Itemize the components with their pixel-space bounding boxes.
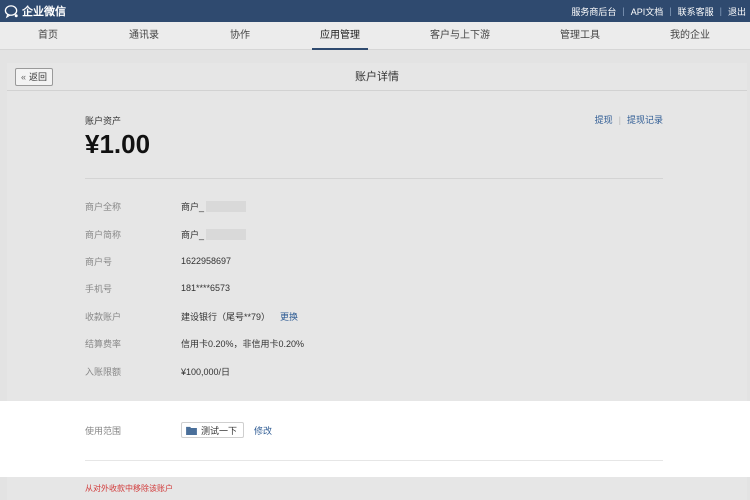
- phone-number: 181****6573: [181, 283, 231, 293]
- field-label: 使用范围: [85, 425, 122, 436]
- withdraw-link[interactable]: 提现: [595, 113, 613, 126]
- page-title: 账户详情: [355, 71, 399, 83]
- change-account-link[interactable]: 更换: [280, 310, 298, 323]
- wecom-logo-icon: [4, 4, 18, 18]
- section-divider: [85, 460, 663, 461]
- field-row-merchant-id: 商户号 1622958697: [85, 254, 231, 268]
- field-label: 商户号: [85, 256, 113, 267]
- field-label: 入账限额: [85, 366, 122, 377]
- receiving-account: 建设银行（尾号**79）: [181, 311, 271, 322]
- field-row-deposit-limit: 入账限额 ¥100,000/日: [85, 364, 230, 378]
- scope-tag-label: 测试一下: [201, 425, 238, 436]
- nav-my-company[interactable]: 我的企业: [670, 22, 710, 50]
- deposit-limit: ¥100,000/日: [181, 366, 231, 377]
- field-row-phone: 手机号 181****6573: [85, 281, 230, 295]
- settlement-rate: 信用卡0.20%，非信用卡0.20%: [181, 338, 305, 349]
- nav-contacts[interactable]: 通讯录: [129, 22, 159, 50]
- merchant-short-name: 商户_: [181, 229, 205, 240]
- top-link-separator: |: [719, 6, 722, 16]
- scope-tag: 测试一下: [181, 422, 245, 438]
- top-links: 服务商后台 | API文档 | 联系客服 | 退出: [571, 0, 746, 22]
- action-separator: |: [618, 114, 621, 125]
- app-name: 企业微信: [22, 6, 66, 18]
- logo[interactable]: 企业微信: [4, 3, 66, 19]
- top-bar: 企业微信 服务商后台 | API文档 | 联系客服 | 退出: [0, 0, 750, 22]
- section-divider: [85, 178, 663, 179]
- field-label: 收款账户: [85, 311, 122, 322]
- main-nav: 首页 通讯录 协作 应用管理 客户与上下游 管理工具 我的企业: [0, 22, 750, 50]
- field-value: 测试一下 修改: [181, 422, 272, 438]
- service-provider-link[interactable]: 服务商后台: [571, 5, 616, 18]
- nav-app-management[interactable]: 应用管理: [312, 22, 368, 50]
- merchant-id: 1622958697: [181, 256, 232, 266]
- field-row-usage-scope: 使用范围 测试一下 修改: [85, 422, 272, 438]
- contact-support-link[interactable]: 联系客服: [678, 5, 714, 18]
- merchant-full-name: 商户_: [181, 201, 205, 212]
- field-row-short-name: 商户简称 商户_: [85, 227, 247, 241]
- asset-value: ¥1.00: [85, 129, 151, 159]
- withdraw-record-link[interactable]: 提现记录: [627, 113, 663, 126]
- nav-collaboration[interactable]: 协作: [230, 22, 250, 50]
- top-link-separator: |: [622, 6, 625, 16]
- nav-management-tools[interactable]: 管理工具: [560, 22, 600, 50]
- top-link-separator: |: [669, 6, 672, 16]
- field-row-settlement-rate: 结算费率 信用卡0.20%，非信用卡0.20%: [85, 336, 304, 350]
- nav-home[interactable]: 首页: [38, 22, 58, 50]
- nav-customers-partners[interactable]: 客户与上下游: [430, 22, 490, 50]
- redacted-block: [206, 200, 247, 212]
- usage-scope-section: 使用范围 测试一下 修改: [0, 401, 750, 477]
- field-label: 商户全称: [85, 201, 122, 212]
- field-value: 商户_: [181, 200, 247, 213]
- field-value: 建设银行（尾号**79） 更换: [181, 310, 298, 323]
- field-row-receiving-account: 收款账户 建设银行（尾号**79） 更换: [85, 309, 298, 323]
- field-row-full-name: 商户全称 商户_: [85, 199, 247, 213]
- asset-label: 账户资产: [85, 116, 122, 126]
- field-label: 手机号: [85, 283, 113, 294]
- api-docs-link[interactable]: API文档: [631, 5, 664, 18]
- redacted-block: [206, 228, 247, 240]
- folder-icon: [186, 426, 197, 435]
- remove-account-link[interactable]: 从对外收款中移除该账户: [85, 483, 173, 494]
- logout-link[interactable]: 退出: [728, 5, 746, 18]
- asset-actions: 提现 | 提现记录: [595, 113, 663, 126]
- field-label: 商户简称: [85, 229, 122, 240]
- panel-header: « 返回 账户详情: [7, 63, 747, 91]
- field-label: 结算费率: [85, 338, 122, 349]
- edit-scope-link[interactable]: 修改: [254, 424, 272, 437]
- field-value: 商户_: [181, 228, 247, 241]
